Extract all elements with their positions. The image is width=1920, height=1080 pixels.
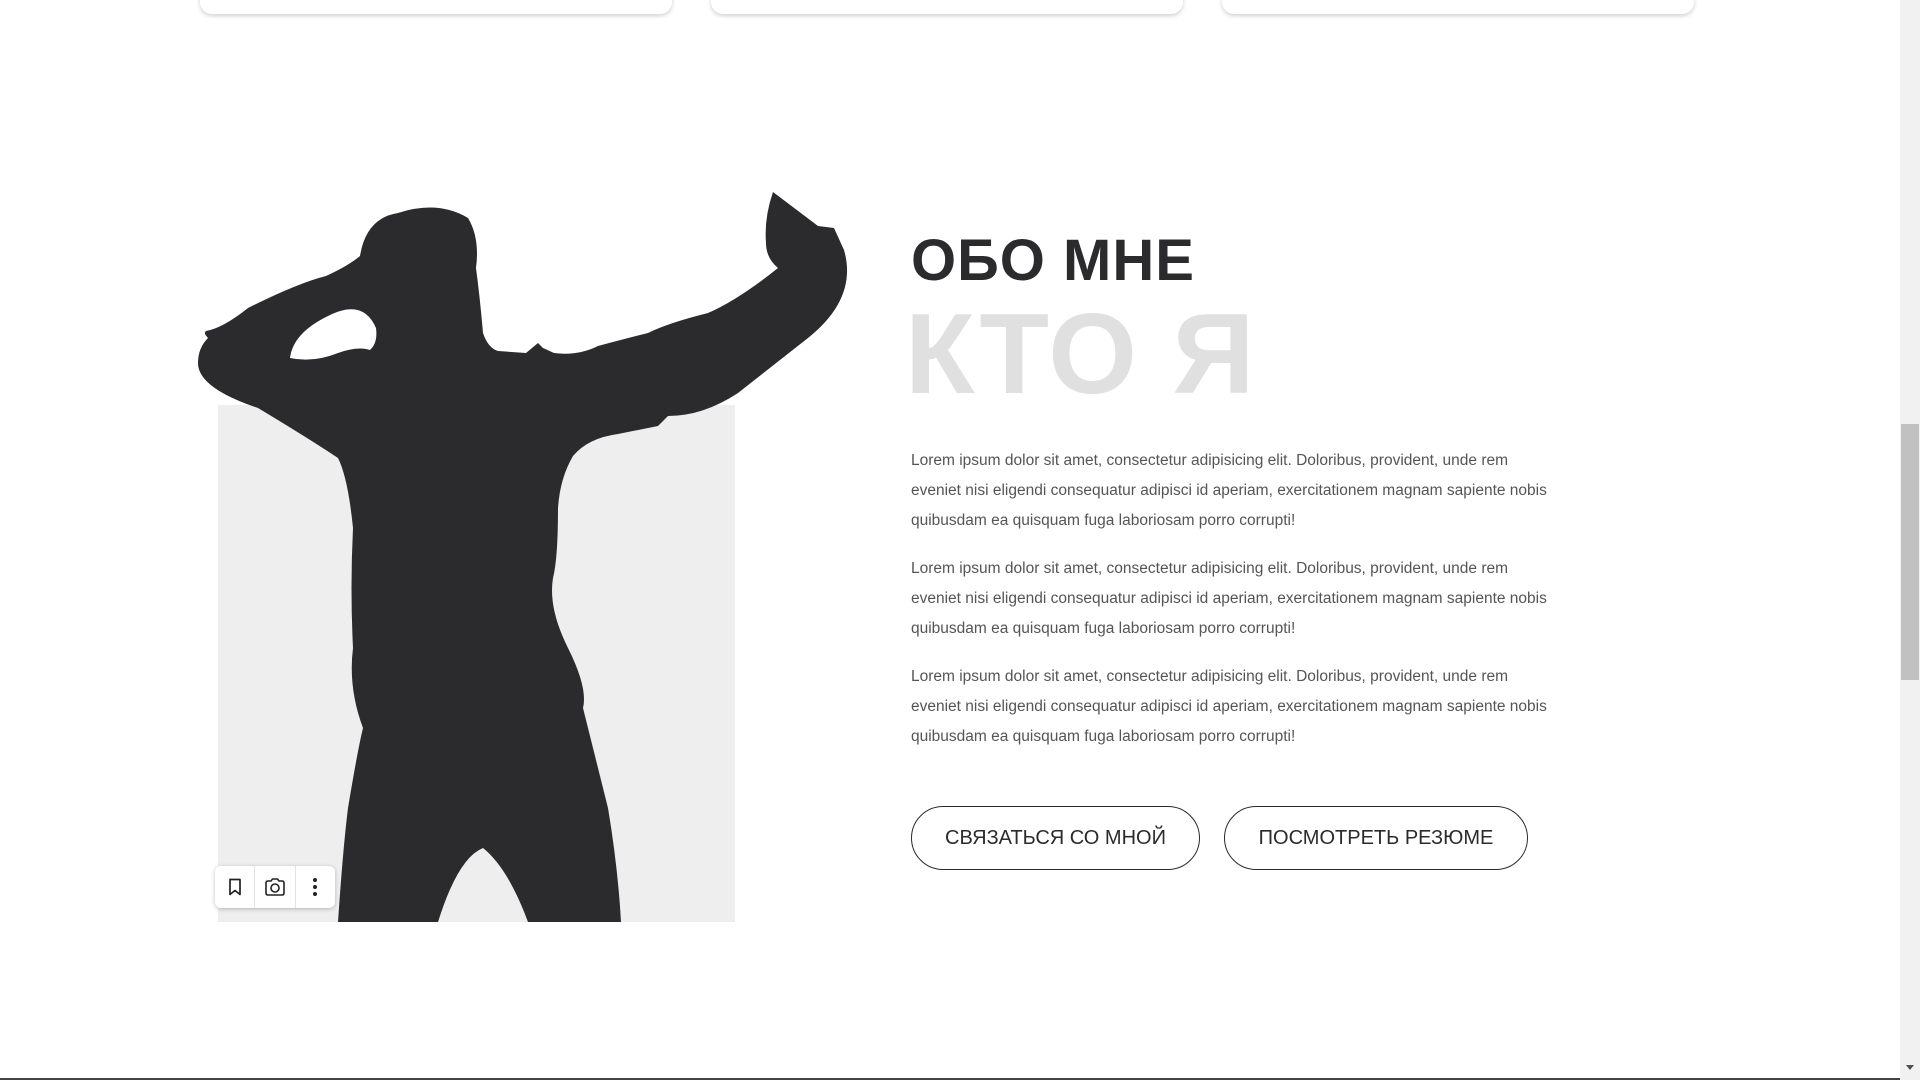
contact-me-button[interactable]: СВЯЗАТЬСЯ СО МНОЙ	[911, 806, 1200, 870]
person-silhouette-image	[198, 192, 848, 922]
more-vertical-icon	[313, 878, 318, 896]
section-title: ОБО МНЕ	[911, 228, 1195, 293]
more-options-button[interactable]	[296, 866, 335, 908]
service-card	[711, 0, 1183, 14]
scrollbar-thumb[interactable]	[1901, 424, 1919, 680]
about-paragraph: Lorem ipsum dolor sit amet, consectetur …	[911, 452, 1547, 529]
bookmark-button[interactable]	[215, 866, 254, 908]
bookmark-icon	[228, 878, 241, 896]
service-card	[1222, 0, 1694, 14]
section-background-title: КТО Я	[905, 291, 1257, 418]
visual-search-button[interactable]	[255, 866, 294, 908]
camera-icon	[265, 878, 285, 896]
about-paragraph: Lorem ipsum dolor sit amet, consectetur …	[911, 560, 1547, 637]
image-toolbar	[215, 866, 335, 908]
about-text: Lorem ipsum dolor sit amet, consectetur …	[911, 446, 1561, 770]
about-paragraph: Lorem ipsum dolor sit amet, consectetur …	[911, 668, 1547, 745]
scroll-down-arrow-icon[interactable]	[1904, 1061, 1916, 1073]
view-resume-button[interactable]: ПОСМОТРЕТЬ РЕЗЮМЕ	[1224, 806, 1528, 870]
service-card	[200, 0, 672, 14]
page: ОБО МНЕ КТО Я Lorem ipsum dolor sit amet…	[0, 0, 1920, 1080]
